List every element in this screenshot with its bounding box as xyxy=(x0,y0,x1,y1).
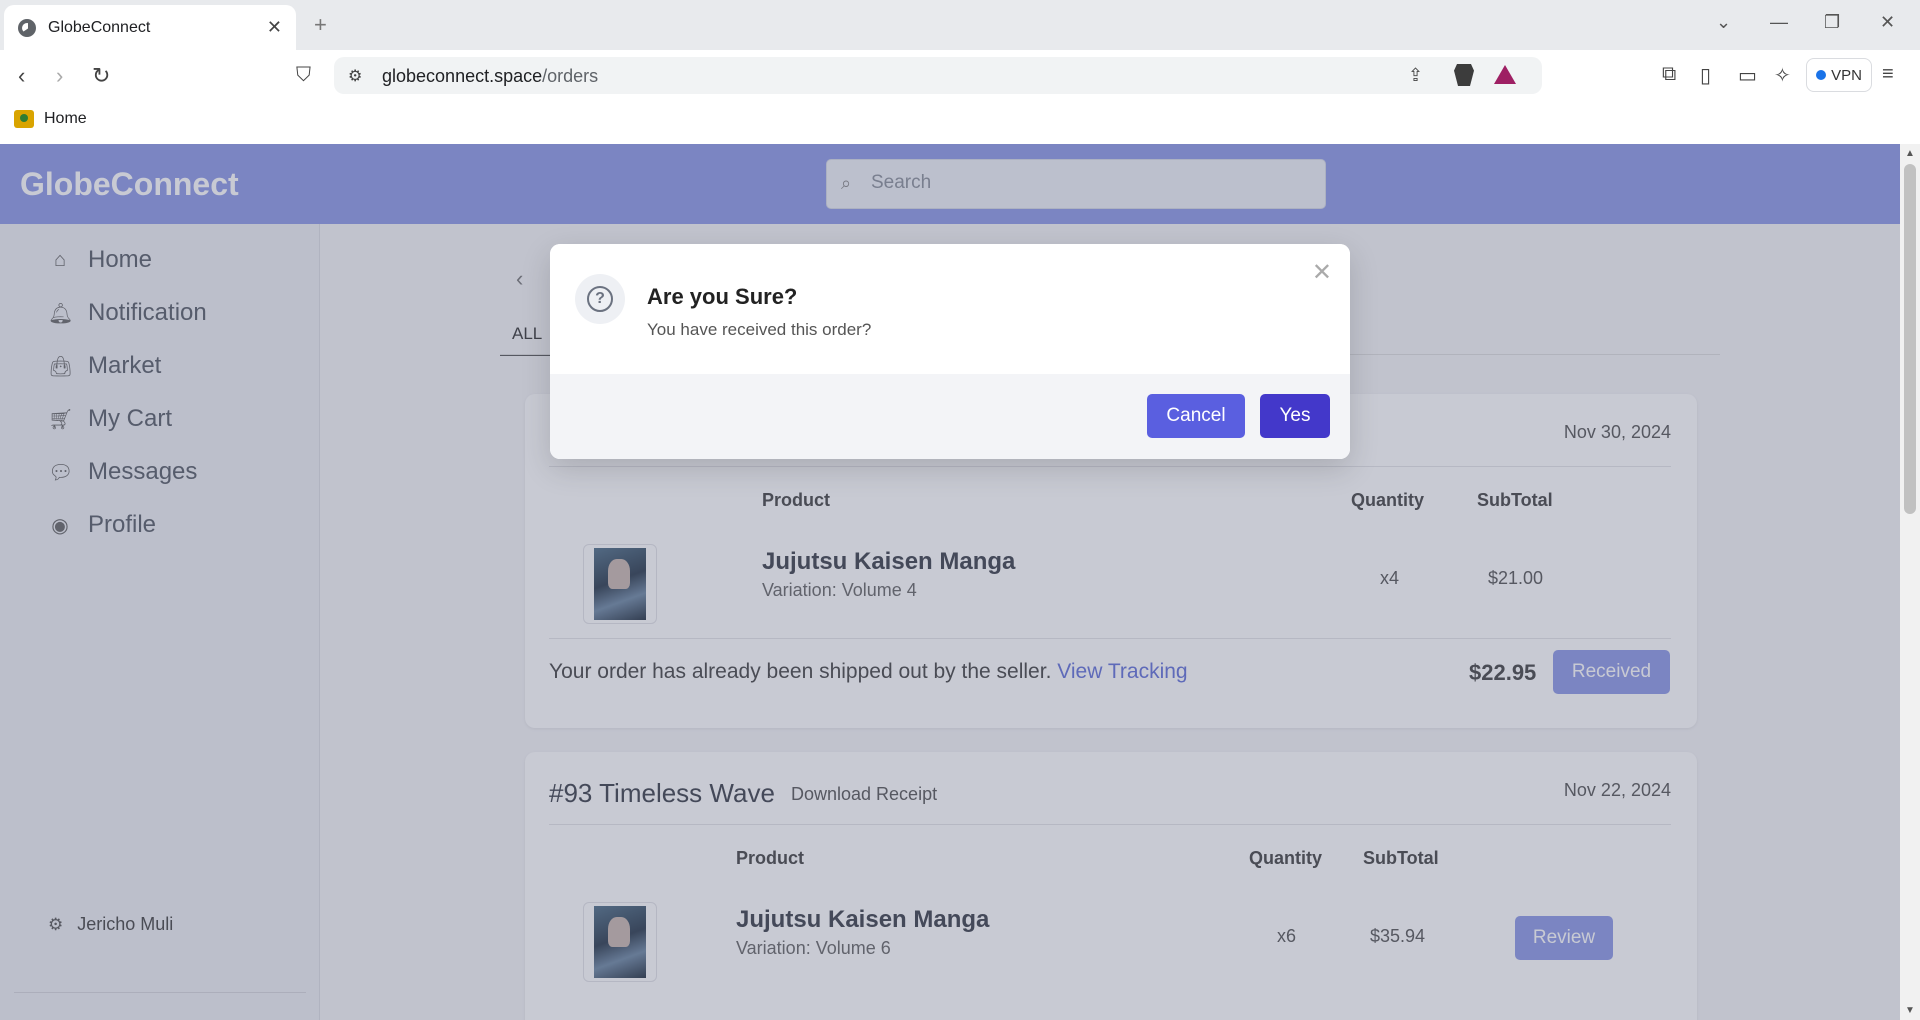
dialog-title: Are you Sure? xyxy=(647,284,798,309)
tab-title: GlobeConnect xyxy=(48,18,151,36)
menu-icon[interactable]: ≡ xyxy=(1882,63,1894,86)
wallet-icon[interactable]: ▭ xyxy=(1738,63,1757,88)
url-path: /orders xyxy=(542,66,599,86)
bookmark-home[interactable]: Home xyxy=(14,110,87,128)
close-tab-icon[interactable]: ✕ xyxy=(267,17,282,38)
vpn-button[interactable]: VPN xyxy=(1806,58,1872,92)
bookmarks-bar: Home xyxy=(0,100,1920,144)
question-icon: ? xyxy=(575,274,625,324)
globe-icon xyxy=(18,18,36,37)
vpn-label: VPN xyxy=(1831,66,1862,84)
browser-tab-strip: GlobeConnect ✕ + ⌄ — ❐ ✕ xyxy=(0,0,1920,50)
brave-rewards-icon[interactable] xyxy=(1494,65,1516,84)
close-icon[interactable]: ✕ xyxy=(1312,258,1332,287)
share-icon[interactable]: ⇪ xyxy=(1408,65,1423,86)
bookmark-icon[interactable]: ⛉ xyxy=(296,64,311,87)
extensions-icon[interactable]: ⧉ xyxy=(1662,63,1676,86)
bookmark-favicon-icon xyxy=(14,110,34,128)
tab-list-chevron-icon[interactable]: ⌄ xyxy=(1716,12,1731,33)
reload-icon[interactable]: ↻ xyxy=(92,63,110,89)
vpn-status-dot xyxy=(1816,70,1827,80)
scroll-up-icon[interactable]: ▲ xyxy=(1905,148,1915,159)
page-scrollbar[interactable]: ▲ ▼ xyxy=(1900,144,1920,1020)
restore-icon[interactable]: ❐ xyxy=(1824,12,1840,33)
leo-ai-icon[interactable]: ✧ xyxy=(1774,63,1791,88)
site-info-icon[interactable]: ⚙ xyxy=(348,66,362,86)
browser-tab[interactable]: GlobeConnect ✕ xyxy=(4,5,296,50)
dialog-message: You have received this order? xyxy=(647,320,872,339)
back-icon[interactable]: ‹ xyxy=(18,63,25,89)
bookmark-label: Home xyxy=(44,110,87,127)
forward-icon[interactable]: › xyxy=(56,63,63,89)
close-window-icon[interactable]: ✕ xyxy=(1880,12,1895,33)
new-tab-icon[interactable]: + xyxy=(314,12,327,38)
scroll-thumb[interactable] xyxy=(1904,164,1916,514)
url-text: globeconnect.space/orders xyxy=(382,66,598,87)
dialog-body: ? Are you Sure? You have received this o… xyxy=(550,244,1350,374)
url-host: globeconnect.space xyxy=(382,66,543,86)
address-bar[interactable]: ⚙ globeconnect.space/orders ⇪ xyxy=(334,57,1542,94)
scroll-down-icon[interactable]: ▼ xyxy=(1905,1005,1915,1016)
dialog-footer: Cancel Yes xyxy=(550,374,1350,459)
minimize-icon[interactable]: — xyxy=(1770,12,1788,33)
confirm-dialog: ? Are you Sure? You have received this o… xyxy=(550,244,1350,459)
yes-button[interactable]: Yes xyxy=(1260,394,1330,438)
cancel-button[interactable]: Cancel xyxy=(1147,394,1245,438)
sidebar-toggle-icon[interactable]: ▯ xyxy=(1700,63,1711,88)
